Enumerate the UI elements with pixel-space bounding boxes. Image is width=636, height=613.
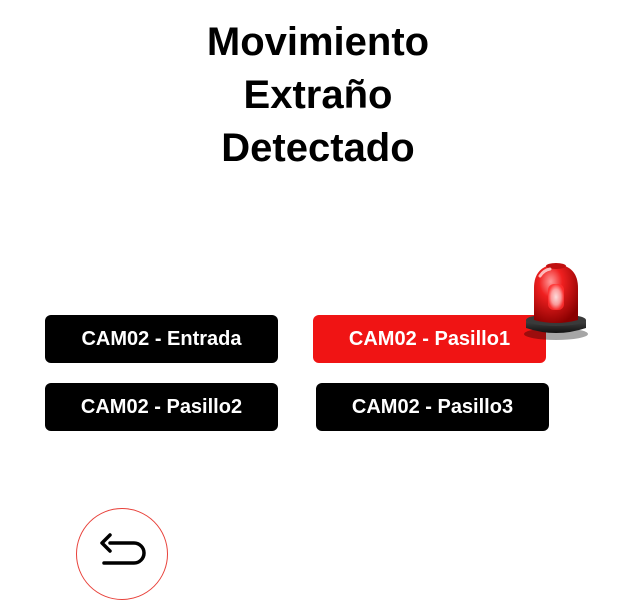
camera-button-pasillo3[interactable]: CAM02 - Pasillo3 [316, 383, 549, 431]
page-title: Movimiento Extraño Detectado [0, 16, 636, 175]
camera-button-pasillo1[interactable]: CAM02 - Pasillo1 [313, 315, 546, 363]
siren-icon [520, 258, 592, 342]
camera-button-pasillo2[interactable]: CAM02 - Pasillo2 [45, 383, 278, 431]
back-button[interactable] [76, 508, 168, 600]
title-line-2: Extraño [243, 73, 393, 117]
title-line-3: Detectado [221, 126, 415, 170]
camera-button-entrada[interactable]: CAM02 - Entrada [45, 315, 278, 363]
back-arrow-icon [100, 533, 146, 565]
title-line-1: Movimiento [206, 20, 430, 64]
